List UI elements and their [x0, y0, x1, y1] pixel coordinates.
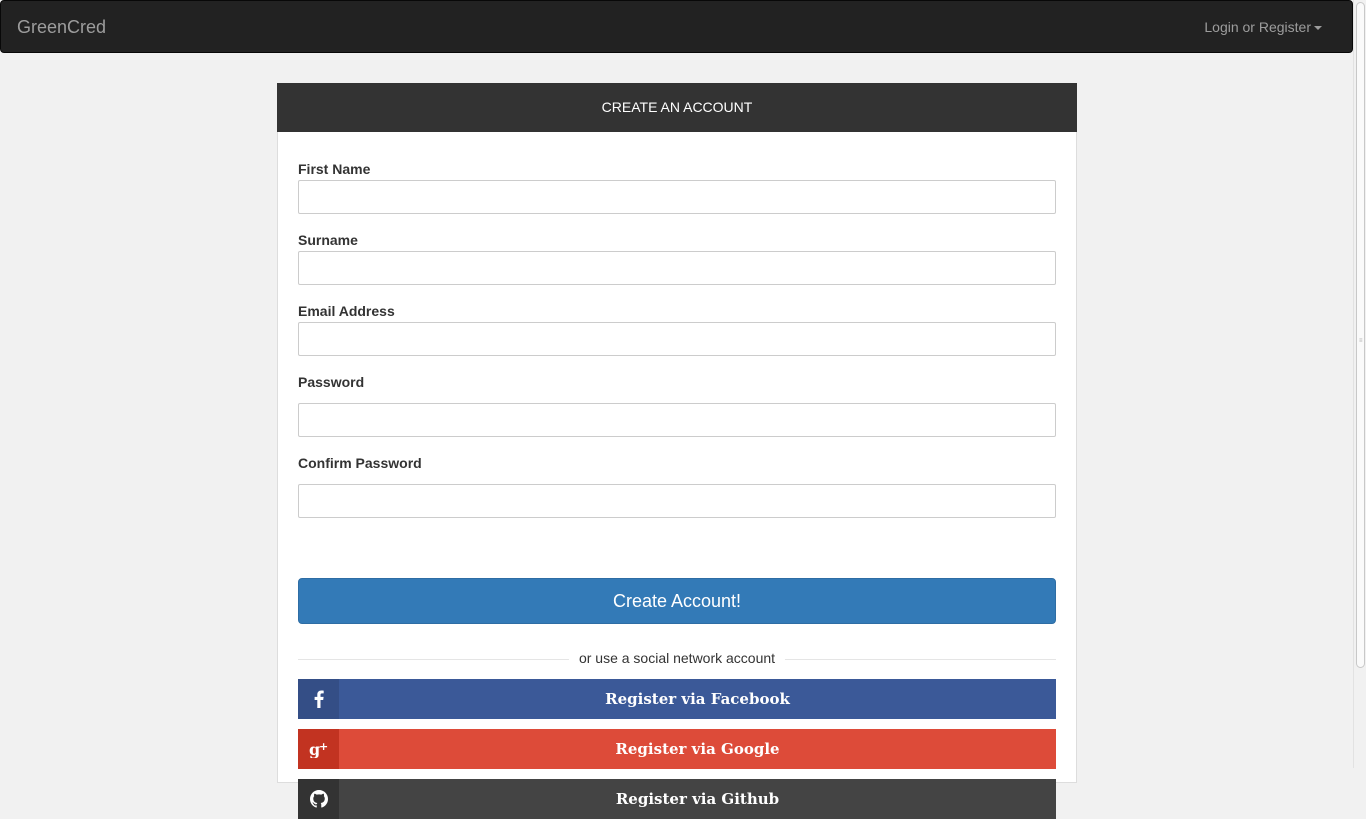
facebook-icon — [298, 679, 339, 719]
confirm-password-label: Confirm Password — [298, 455, 422, 471]
create-account-button[interactable]: Create Account! — [298, 578, 1056, 624]
first-name-label: First Name — [298, 161, 371, 177]
navbar: GreenCred Login or Register — [0, 0, 1353, 53]
surname-label: Surname — [298, 232, 358, 248]
password-input[interactable] — [298, 403, 1056, 437]
caret-down-icon — [1314, 26, 1322, 30]
google-plus-icon: g + — [298, 729, 339, 769]
register-github-button[interactable]: Register via Github — [298, 779, 1056, 819]
register-panel: CREATE AN ACCOUNT First Name Surname Ema… — [277, 83, 1077, 819]
email-label: Email Address — [298, 303, 395, 319]
first-name-input[interactable] — [298, 180, 1056, 214]
google-label: Register via Google — [615, 740, 780, 758]
grip-icon: ≡ — [1359, 338, 1363, 344]
surname-input[interactable] — [298, 251, 1056, 285]
divider-text: or use a social network account — [568, 650, 786, 666]
github-label: Register via Github — [615, 790, 780, 808]
login-register-dropdown[interactable]: Login or Register — [1204, 18, 1322, 36]
social-divider: or use a social network account — [298, 649, 1056, 669]
github-icon — [298, 779, 339, 819]
register-google-button[interactable]: g + Register via Google — [298, 729, 1056, 769]
facebook-label: Register via Facebook — [605, 690, 790, 708]
register-facebook-button[interactable]: Register via Facebook — [298, 679, 1056, 719]
svg-text:+: + — [319, 740, 328, 753]
login-register-label: Login or Register — [1204, 19, 1311, 35]
brand-logo[interactable]: GreenCred — [17, 16, 106, 38]
panel-heading: CREATE AN ACCOUNT — [277, 83, 1077, 132]
email-input[interactable] — [298, 322, 1056, 356]
password-label: Password — [298, 374, 365, 390]
confirm-password-input[interactable] — [298, 484, 1056, 518]
page-scrollbar[interactable]: ≡ — [1353, 0, 1366, 768]
scrollbar-thumb[interactable]: ≡ — [1356, 2, 1365, 668]
